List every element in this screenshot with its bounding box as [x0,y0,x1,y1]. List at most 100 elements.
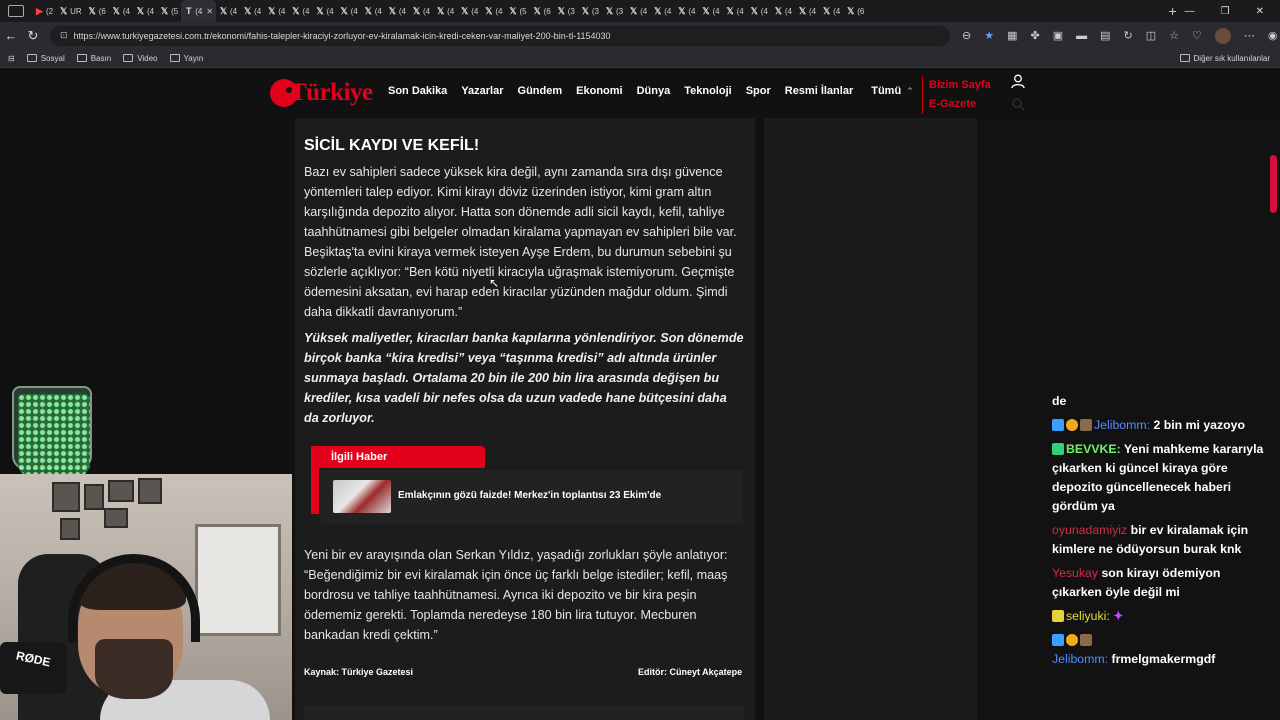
nav-resmi-ilanlar[interactable]: Resmi İlanlar [785,85,853,97]
nav-teknoloji[interactable]: Teknoloji [684,85,731,97]
browser-tab[interactable]: 𝕏 (4 [264,0,288,22]
chat-username[interactable]: seliyuki: [1066,609,1110,623]
nav-gundem[interactable]: Gündem [518,85,563,97]
browser-tab[interactable]: 𝕏 (4 [819,0,843,22]
browser-tab[interactable]: 𝕏 (3 [554,0,578,22]
nav-yazarlar[interactable]: Yazarlar [461,85,503,97]
browser-tab[interactable]: 𝕏 (4 [674,0,698,22]
chat-username[interactable]: oyunadamiyiz [1052,523,1127,537]
browser-tab[interactable]: 𝕏 (4 [288,0,312,22]
browser-tab[interactable]: 𝕏 (4 [240,0,264,22]
bookmark-folder-sosyal[interactable]: Sosyal [26,54,65,63]
x-icon: 𝕏 [774,5,783,16]
bookmark-folder-yayin[interactable]: Yayın [169,54,203,63]
browser-tab[interactable]: 𝕏 (4 [457,0,481,22]
page-scrollbar[interactable] [1270,155,1277,213]
microphone [0,642,66,694]
jar-image [12,386,92,476]
reader-icon[interactable]: ⊖ [962,29,971,42]
browser-tab[interactable]: 𝕏 (4 [747,0,771,22]
site-info-icon[interactable]: ⊡ [60,30,68,41]
tab-label: (4 [398,6,407,16]
close-window-icon[interactable]: ✕ [1256,6,1264,17]
back-icon[interactable]: ← [0,28,22,43]
browser-tab[interactable]: 𝕏 (4 [626,0,650,22]
browser-tab[interactable]: ▶ (2 [32,0,56,22]
bizim-sayfa-link[interactable]: Bizim Sayfa [929,76,991,95]
browser-tab[interactable]: 𝕏 (4 [216,0,240,22]
extension-icon[interactable]: ✤ [1031,29,1040,42]
nav-spor[interactable]: Spor [746,85,771,97]
browser-tab[interactable]: 𝕏 (3 [578,0,602,22]
chat-message: seliyuki: ✦ [1052,607,1270,626]
copilot-icon[interactable]: ◉ [1268,29,1278,42]
nav-ekonomi[interactable]: Ekonomi [576,85,622,97]
x-icon: 𝕏 [581,5,590,16]
search-icon[interactable] [1011,97,1025,111]
browser-tab[interactable]: 𝕏 (4 [433,0,457,22]
related-news-title[interactable]: Emlakçının gözü faizde! Merkez'in toplan… [398,490,661,501]
browser-tab[interactable]: 𝕏 (4 [771,0,795,22]
site-logo[interactable]: Türkiye [270,79,373,107]
folder-icon [169,54,180,62]
browser-tab[interactable]: 𝕏 (4 [361,0,385,22]
user-icon[interactable] [1011,74,1025,89]
browser-tab[interactable]: 𝕏 (4 [481,0,505,22]
maximize-icon[interactable]: ❐ [1221,6,1230,17]
extension-icon[interactable]: ▬ [1076,30,1087,42]
e-gazete-link[interactable]: E-Gazete [929,95,991,114]
chat-username[interactable]: Yesukay [1052,566,1098,580]
chat-username[interactable]: Jelibomm: [1052,652,1108,666]
bookmark-apps-icon[interactable]: ⊟ [8,54,15,63]
favorite-star-icon[interactable]: ★ [984,29,994,42]
browser-tab[interactable]: 𝕏 UR [56,0,85,22]
nav-dunya[interactable]: Dünya [637,85,671,97]
browser-tab[interactable]: 𝕏 (4 [723,0,747,22]
browser-tab[interactable]: 𝕏 (5 [157,0,181,22]
wall-frame [52,482,80,512]
extension-icon[interactable]: ▤ [1100,29,1110,42]
chat-username[interactable]: BEVVKE: [1066,442,1121,456]
browser-tab[interactable]: 𝕏 (3 [602,0,626,22]
tab-label: (6 [543,6,551,16]
browser-tab[interactable]: 𝕏 (4 [795,0,819,22]
bookmark-folder-basin[interactable]: Basın [76,54,111,63]
nav-tumu[interactable]: Tümü ⌃ [871,85,914,97]
browser-tab[interactable]: T (4 ✕ [181,0,217,22]
sword-badge-icon [1052,634,1064,646]
workspaces-icon[interactable] [8,5,24,17]
orbs-jar-overlay [12,374,92,476]
bookmark-folder-video[interactable]: Video [123,54,158,63]
browser-tab[interactable]: 𝕏 (6 [85,0,109,22]
minimize-icon[interactable]: — [1185,6,1195,17]
browser-tab[interactable]: 𝕏 (6 [530,0,554,22]
browser-tab[interactable]: 𝕏 (4 [409,0,433,22]
browser-tab[interactable]: 𝕏 (6 [843,0,867,22]
browser-tab[interactable]: 𝕏 (4 [385,0,409,22]
browser-tab[interactable]: 𝕏 (4 [699,0,723,22]
browser-tab[interactable]: 𝕏 (4 [337,0,361,22]
browser-tab[interactable]: 𝕏 (4 [133,0,157,22]
article-paragraph: Yeni bir ev arayışında olan Serkan Yıldı… [304,548,728,642]
browser-essentials-icon[interactable]: ♡ [1192,29,1202,42]
related-news-thumbnail[interactable] [333,480,391,513]
new-tab-icon[interactable]: + [1168,3,1176,19]
url-field[interactable]: ⊡ https://www.turkiyegazetesi.com.tr/eko… [50,25,950,46]
close-tab-icon[interactable]: ✕ [206,7,213,16]
extension-icon[interactable]: ▦ [1007,29,1017,42]
split-screen-icon[interactable]: ◫ [1146,29,1156,42]
profile-avatar[interactable] [1214,27,1231,44]
address-bar-row: ← ↻ ⊡ https://www.turkiyegazetesi.com.tr… [0,22,1280,49]
browser-tab[interactable]: 𝕏 (4 [650,0,674,22]
browser-tab[interactable]: 𝕏 (4 [313,0,337,22]
nav-son-dakika[interactable]: Son Dakika [388,85,447,97]
reload-icon[interactable]: ↻ [22,28,44,44]
more-menu-icon[interactable]: ⋯ [1244,29,1255,42]
favorites-icon[interactable]: ☆ [1169,29,1179,42]
extension-icon[interactable]: ↻ [1124,29,1133,42]
chat-username[interactable]: Jelibomm: [1094,418,1150,432]
other-favorites[interactable]: Diğer sık kullanılanlar [1179,54,1270,63]
extension-icon[interactable]: ▣ [1053,29,1063,42]
browser-tab[interactable]: 𝕏 (4 [109,0,133,22]
browser-tab[interactable]: 𝕏 (5 [506,0,530,22]
